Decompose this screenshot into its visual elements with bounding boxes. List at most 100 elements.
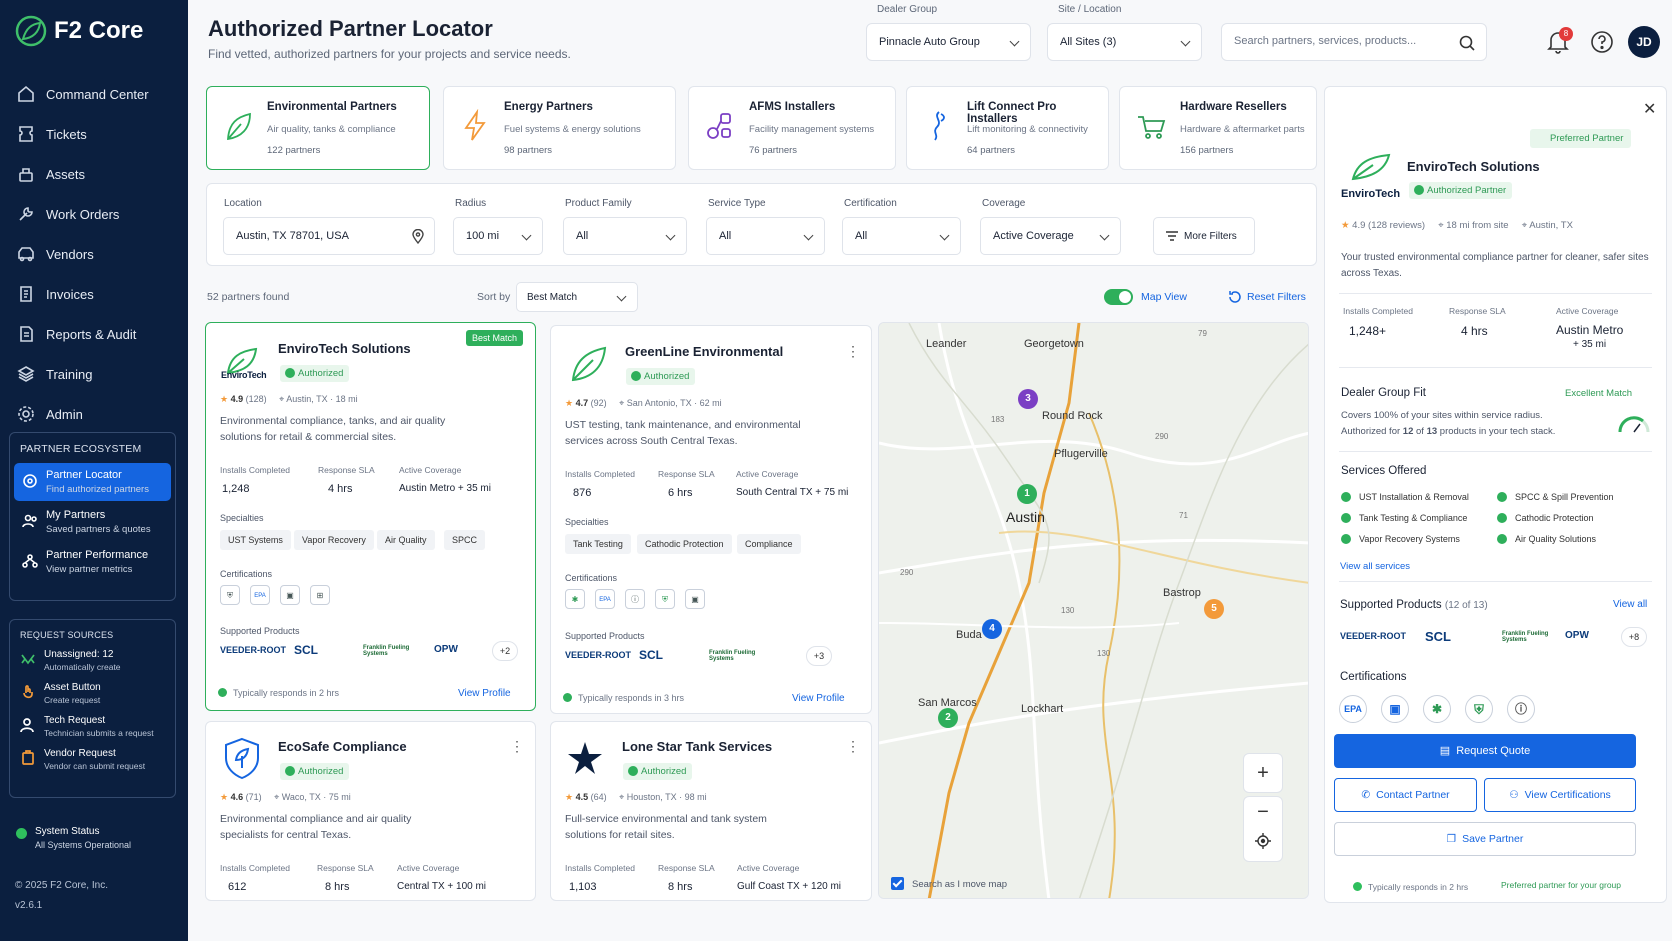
dealer-group-select[interactable]: Dealer Group Pinnacle Auto Group <box>866 4 1031 61</box>
brand-logo[interactable]: F2 Core <box>14 14 143 48</box>
zoom-out-button[interactable]: − <box>1244 797 1282 827</box>
view-profile-link[interactable]: View Profile <box>458 688 511 699</box>
nav-command-center[interactable]: Command Center <box>0 74 188 114</box>
nav-tickets[interactable]: Tickets <box>0 114 188 154</box>
category-lift-connect[interactable]: Lift Connect Pro Installers Lift monitor… <box>906 86 1109 170</box>
nav-assets[interactable]: Assets <box>0 154 188 194</box>
avatar[interactable]: JD <box>1628 26 1660 58</box>
radius-select[interactable]: 100 mi <box>453 217 543 255</box>
more-products[interactable]: +2 <box>492 641 518 661</box>
stat-label: Installs Completed <box>565 863 635 873</box>
divider <box>1339 367 1652 368</box>
authorized-badge: Authorized <box>280 763 350 780</box>
nav-my-partners[interactable]: My Partners Saved partners & quotes <box>14 503 171 541</box>
category-environmental[interactable]: Environmental Partners Air quality, tank… <box>206 86 430 170</box>
nav-partner-performance[interactable]: Partner Performance View partner metrics <box>14 543 171 581</box>
category-afms[interactable]: AFMS Installers Facility management syst… <box>688 86 896 170</box>
nav-reports[interactable]: Reports & Audit <box>0 314 188 354</box>
request-quote-button[interactable]: ▤ Request Quote <box>1334 734 1636 768</box>
partner-card[interactable]: Lone Star Tank Services ⋮ Authorized ★ 4… <box>550 721 872 901</box>
partner-card[interactable]: GreenLine Environmental ⋮ Authorized ★ 4… <box>550 325 872 714</box>
req-tech-request[interactable]: Tech Request Technician submits a request <box>10 710 175 743</box>
nav-training[interactable]: Training <box>0 354 188 394</box>
nav-invoices[interactable]: Invoices <box>0 274 188 314</box>
partner-card[interactable]: EcoSafe Compliance ⋮ Authorized ★ 4.6 (7… <box>205 721 536 901</box>
system-status: System Status All Systems Operational <box>16 826 131 850</box>
partner-card[interactable]: EnviroTech EnviroTech Solutions Authoriz… <box>205 322 536 711</box>
view-certifications-button[interactable]: ⚇ View Certifications <box>1484 778 1636 812</box>
envirotech-logo-text: EnviroTech <box>221 370 267 380</box>
map-pin-1[interactable]: 1 <box>1017 484 1037 504</box>
coverage-extra: + 35 mi <box>1573 339 1607 350</box>
category-hardware[interactable]: Hardware Resellers Hardware & aftermarke… <box>1119 86 1317 170</box>
cert-shield-icon[interactable]: ⛨ <box>1465 695 1493 723</box>
map-view-toggle[interactable] <box>1104 289 1133 305</box>
installs-value: 612 <box>228 881 247 893</box>
category-energy[interactable]: Energy Partners Fuel systems & energy so… <box>443 86 676 170</box>
cert-doc-icon[interactable]: ▣ <box>1381 695 1409 723</box>
app-name: F2 Core <box>54 17 144 44</box>
chevron-down-icon <box>665 230 676 241</box>
locator-icon <box>23 474 37 488</box>
req-asset-button[interactable]: Asset Button Create request <box>10 677 175 710</box>
location-field[interactable]: Austin, TX 78701, USA <box>223 217 435 255</box>
more-options-icon[interactable]: ⋮ <box>510 738 524 755</box>
view-profile-link[interactable]: View Profile <box>792 693 845 704</box>
save-partner-button[interactable]: ❐ Save Partner <box>1334 822 1636 856</box>
fit-line-2: Authorized for 12 of 13 products in your… <box>1341 426 1555 437</box>
highway-label: 183 <box>991 415 1005 424</box>
cert-epa-icon[interactable]: EPA <box>1339 695 1367 723</box>
more-options-icon[interactable]: ⋮ <box>846 343 860 360</box>
section-label: Certifications <box>220 569 273 579</box>
specialty-chip: SPCC <box>444 530 486 550</box>
more-filters-button[interactable]: More Filters <box>1153 217 1255 255</box>
search-as-move-checkbox[interactable]: Search as I move map <box>891 877 1007 890</box>
filter-label: Product Family <box>565 198 632 209</box>
cert-info-icon[interactable]: ⓘ <box>1507 695 1535 723</box>
map-pin-2[interactable]: 2 <box>938 708 958 728</box>
more-products[interactable]: +8 <box>1621 627 1647 647</box>
coverage-select[interactable]: Active Coverage <box>980 217 1121 255</box>
nav-label: Command Center <box>46 86 149 102</box>
close-icon[interactable]: ✕ <box>1643 99 1656 119</box>
service-type-select[interactable]: All <box>706 217 825 255</box>
best-match-badge: Best Match <box>466 330 524 346</box>
view-all-products-link[interactable]: View all <box>1613 599 1647 610</box>
opw-logo: OPW <box>434 644 458 655</box>
chevron-down-icon <box>1099 230 1110 241</box>
nav-partner-locator[interactable]: Partner Locator Find authorized partners <box>14 463 171 501</box>
nav-vendors[interactable]: Vendors <box>0 234 188 274</box>
certification-select[interactable]: All <box>842 217 961 255</box>
sort-select[interactable]: Best Match <box>516 282 638 312</box>
search-icon[interactable] <box>1458 34 1476 52</box>
req-vendor-request[interactable]: Vendor Request Vendor can submit request <box>10 743 175 776</box>
certificate-icon: ⚇ <box>1509 789 1519 801</box>
nav-work-orders[interactable]: Work Orders <box>0 194 188 234</box>
distance: 18 mi from site <box>1446 220 1509 231</box>
product-family-select[interactable]: All <box>563 217 687 255</box>
nav-admin[interactable]: Admin <box>0 394 188 434</box>
reset-filters-link[interactable]: Reset Filters <box>1247 291 1306 303</box>
map-pin-4[interactable]: 4 <box>982 619 1002 639</box>
divider <box>1339 451 1652 452</box>
veeder-root-logo: VEEDER-ROOT <box>1340 631 1407 641</box>
search-input[interactable] <box>1234 35 1454 47</box>
sla-value: 6 hrs <box>668 487 693 499</box>
map-pin-3[interactable]: 3 <box>1018 389 1038 409</box>
reset-icon[interactable] <box>1228 290 1242 304</box>
map-view-label[interactable]: Map View <box>1141 291 1187 303</box>
site-select[interactable]: Site / Location All Sites (3) <box>1047 4 1202 61</box>
more-products[interactable]: +3 <box>806 646 832 666</box>
cert-leaf-icon[interactable]: ✱ <box>1423 695 1451 723</box>
view-all-services-link[interactable]: View all services <box>1340 561 1410 572</box>
category-title: Energy Partners <box>504 101 593 113</box>
zoom-in-button[interactable]: + <box>1243 753 1283 793</box>
map-pin-5[interactable]: 5 <box>1204 599 1224 619</box>
city-label: Buda <box>956 629 982 641</box>
contact-partner-button[interactable]: ✆ Contact Partner <box>1334 778 1477 812</box>
chevron-down-icon <box>803 230 814 241</box>
help-icon[interactable] <box>1590 30 1614 54</box>
req-unassigned[interactable]: Unassigned: 12 Automatically create <box>10 644 175 677</box>
more-options-icon[interactable]: ⋮ <box>846 738 860 755</box>
locate-icon[interactable] <box>1255 833 1271 849</box>
